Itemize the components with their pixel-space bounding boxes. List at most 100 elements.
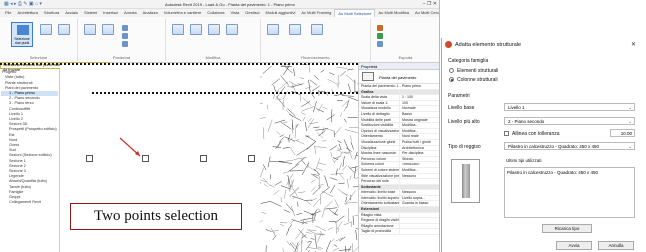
ribbon-tab[interactable]: Analizza xyxy=(140,9,161,17)
column-point[interactable] xyxy=(248,155,255,162)
manager-button[interactable] xyxy=(289,24,301,35)
ribbon-tab[interactable]: Moduli aggiuntivi xyxy=(263,9,299,17)
ok-button[interactable]: Avvia xyxy=(556,241,592,250)
place-column-button[interactable] xyxy=(102,24,114,35)
ribbon-tab[interactable]: Au Multi Modifica xyxy=(375,9,411,17)
property-key: Intervallo: livello base xyxy=(361,190,396,195)
ribbon-tab[interactable]: Architettura xyxy=(14,9,40,17)
ribbon-panel: Selezione due punti Selezione Posiziona … xyxy=(0,17,439,63)
group-label: Selezione xyxy=(29,55,48,60)
property-key: Livello di dettaglio xyxy=(361,111,390,116)
property-value: Livello sopra... xyxy=(399,195,439,201)
property-value xyxy=(399,223,439,229)
browser-item[interactable]: Sezioni (Sezione edificio) xyxy=(1,153,58,158)
excel-icon[interactable] xyxy=(377,33,383,39)
ribbon-tab[interactable]: Vista xyxy=(227,9,242,17)
property-key: Intervallo: livello superiore xyxy=(361,195,399,200)
property-key: Grafica xyxy=(361,89,374,94)
ribbon-tab[interactable]: File xyxy=(2,9,14,17)
group-label: Modifica xyxy=(205,55,221,60)
ribbon-group-posiziona: Posiziona xyxy=(78,19,166,61)
property-value xyxy=(399,184,439,190)
property-key: Sottostante xyxy=(361,184,381,189)
radio-beams-label: Elementi strutturali xyxy=(457,68,499,74)
radio-columns-label: Colonne strutturali xyxy=(457,77,498,83)
ribbon-tab[interactable]: Struttura xyxy=(41,9,62,17)
ribbon-tab[interactable]: Acciaio xyxy=(62,9,81,17)
type-selector[interactable]: Pianta del pavimento xyxy=(359,70,439,84)
recent-types-list[interactable]: Pilastro in calcestruzzo - Quadrato: 450… xyxy=(504,167,635,218)
cancel-button[interactable]: Annulla xyxy=(598,241,634,250)
property-value xyxy=(399,229,439,235)
place-button[interactable] xyxy=(84,24,96,35)
filter-button[interactable] xyxy=(58,24,70,35)
rod-type-value: Pilastro in calcestruzzo - Quadrato: 450… xyxy=(508,144,600,149)
property-key: Taglio di profondità xyxy=(361,229,392,234)
export-icon[interactable] xyxy=(377,25,383,31)
ribbon-tab[interactable]: Collabora xyxy=(204,9,227,17)
properties-panel: Proprietà Pianta del pavimento Pianta de… xyxy=(358,63,439,252)
property-key: Scala della vista xyxy=(361,95,387,100)
group-label: Posiziona xyxy=(112,55,131,60)
property-key: Percorso colore xyxy=(361,156,387,161)
recent-type-item[interactable]: Pilastro in calcestruzzo - Quadrato: 450… xyxy=(507,170,598,175)
ribbon-group-modifica: Modifica xyxy=(166,19,261,61)
column-point[interactable] xyxy=(86,155,93,162)
tolerance-input[interactable]: 10.00 xyxy=(610,129,635,137)
property-value: Normale xyxy=(399,106,439,111)
property-key: Schemi di colore sistema xyxy=(361,167,399,172)
ribbon-tab[interactable]: Annota xyxy=(121,9,140,17)
window-controls[interactable]: – ❐ ✕ xyxy=(423,1,437,7)
level-icon[interactable] xyxy=(122,33,128,39)
base-level-dropdown[interactable]: Livello 1 ⌄ xyxy=(504,103,635,111)
property-key: Disciplina xyxy=(361,145,377,150)
family-button[interactable] xyxy=(311,24,323,35)
params-heading: Parametri xyxy=(448,93,470,99)
radio-columns[interactable] xyxy=(449,77,454,82)
quick-access-toolbar[interactable]: ▦ ◂ ▸ ⎙ ✎ ▣ ⌂ ▾ xyxy=(4,1,42,7)
property-value: Nord reale xyxy=(399,134,439,139)
grid-icon[interactable] xyxy=(122,25,128,31)
property-value: Pulisci tutti i giunti xyxy=(399,139,439,145)
column-point[interactable] xyxy=(142,155,149,162)
ribbon-tab[interactable]: Inserisci xyxy=(100,9,121,17)
ribbon-tab[interactable]: Au Multi Selezione xyxy=(334,9,376,17)
property-value xyxy=(399,179,439,184)
detect-button[interactable] xyxy=(267,24,279,35)
column-preview-icon xyxy=(462,164,470,198)
browser-item[interactable]: Collegamenti Revit xyxy=(1,200,58,205)
ribbon-tab[interactable]: Au Multi Cerchi xyxy=(412,9,439,17)
reload-type-button[interactable]: Ricarica tipo xyxy=(542,224,592,233)
column-point[interactable] xyxy=(200,155,207,162)
property-value xyxy=(399,218,439,223)
ifc-icon[interactable] xyxy=(377,41,383,47)
category-heading: Categoria famiglia xyxy=(448,58,489,64)
property-key: Orientamento xyxy=(361,134,383,139)
ribbon-tab[interactable]: Gestisci xyxy=(242,9,262,17)
property-key: Regione di ritaglio visibile xyxy=(361,218,399,223)
ribbon-tab[interactable]: Volumetria e cantiere xyxy=(161,9,205,17)
radio-beams[interactable] xyxy=(449,68,454,73)
copy-icon[interactable] xyxy=(122,41,128,47)
tolerance-checkbox[interactable] xyxy=(504,131,509,136)
ribbon-tabs: File Architettura Struttura Acciaio Sistemi I… xyxy=(0,9,439,17)
property-key: Stile visualizzazione predefinito xyxy=(361,173,399,178)
rod-type-dropdown[interactable]: Pilastro in calcestruzzo - Quadrato: 450… xyxy=(504,142,635,150)
property-value: Modifica... xyxy=(399,167,439,173)
ribbon-tab[interactable]: Ac Multi Framing xyxy=(298,9,334,17)
split-button[interactable] xyxy=(226,24,238,35)
modify-button[interactable] xyxy=(172,24,184,35)
align-button[interactable] xyxy=(190,24,202,35)
ribbon-tab[interactable]: Sistemi xyxy=(81,9,100,17)
property-value: Nessuno xyxy=(399,190,439,195)
trim-button[interactable] xyxy=(208,24,220,35)
browser-item[interactable]: Prospetti (Prospetto edificio) xyxy=(1,127,58,132)
property-key: Visualizzazione giunti xyxy=(361,139,396,144)
select-options-button[interactable] xyxy=(40,24,52,35)
chevron-down-icon: ⌄ xyxy=(628,105,632,110)
two-point-select-button[interactable]: Selezione due punti xyxy=(11,22,33,47)
property-row[interactable]: Taglio di profondità xyxy=(359,229,439,236)
property-key: Ritaglio annotazione xyxy=(361,223,394,228)
close-icon[interactable]: ✕ xyxy=(631,41,636,48)
top-level-dropdown[interactable]: 2 - Piano secondo ⌄ xyxy=(504,117,635,125)
